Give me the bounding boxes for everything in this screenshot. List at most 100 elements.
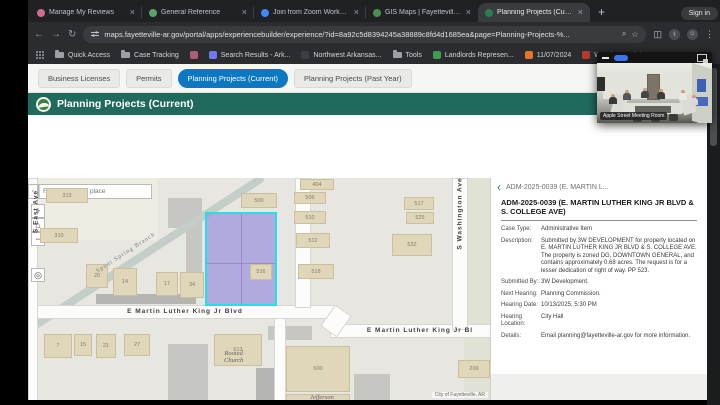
map-building[interactable]: 506 — [294, 192, 326, 204]
browser-tab[interactable]: Join from Zoom Workpla...× — [254, 3, 366, 22]
map-building[interactable]: 14 — [113, 268, 137, 296]
site-favicon — [525, 51, 533, 59]
map-building[interactable]: 518 — [298, 264, 334, 279]
divider — [501, 220, 697, 221]
sign-in-button[interactable]: Sign in — [681, 7, 718, 20]
person — [623, 90, 631, 100]
building-number: 21 — [103, 343, 109, 349]
back-icon[interactable]: ← — [34, 29, 44, 40]
side-panel-icon[interactable]: ◫ — [653, 29, 662, 40]
bookmark-item[interactable]: Tools — [393, 52, 422, 59]
browser-tab[interactable]: GIS Maps | Fayetteville, A... × — [366, 3, 478, 22]
field-row: Case Type:Administrative Item — [501, 226, 697, 234]
address-bar: ← → ↻ maps.fayetteville-ar.gov/portal/ap… — [28, 22, 720, 46]
map-building[interactable]: 500 — [241, 193, 277, 208]
building-number: 532 — [407, 242, 416, 248]
pip-blue-button[interactable] — [614, 55, 628, 61]
map-building[interactable]: 525 — [406, 212, 434, 224]
tab-close-icon[interactable]: × — [354, 8, 359, 17]
bookmark-label: Tools — [406, 52, 422, 59]
browser-tab[interactable]: Manage My Reviews× — [30, 3, 142, 22]
map-building[interactable]: 15 — [74, 334, 92, 356]
field-label: Description: — [501, 238, 541, 276]
map-building[interactable]: 516 — [250, 264, 272, 280]
selected-parcel-highlight[interactable] — [205, 212, 277, 306]
app-tab[interactable]: Business Licenses — [38, 69, 120, 88]
map-building[interactable]: 17 — [156, 272, 178, 296]
forward-icon[interactable]: → — [51, 29, 61, 40]
pip-expand-icon[interactable] — [697, 54, 707, 62]
map-building[interactable]: 313 — [46, 188, 88, 203]
bookmark-label: Case Tracking — [134, 52, 179, 59]
new-tab-button[interactable]: + — [598, 5, 605, 19]
site-favicon — [301, 51, 309, 59]
building-number: 27 — [134, 342, 140, 348]
field-value: Planning Commission. — [541, 291, 697, 299]
person — [657, 89, 665, 99]
tab-close-icon[interactable]: × — [578, 8, 583, 17]
app-tab[interactable]: Permits — [126, 69, 171, 88]
pip-minimize-icon[interactable] — [602, 57, 609, 59]
project-title: ADM-2025-0039 (E. MARTIN LUTHER KING JR … — [501, 198, 697, 216]
back-chevron-icon[interactable]: ‹ — [497, 181, 501, 193]
folder-icon — [121, 52, 130, 58]
search-icon[interactable]: ⌕ — [622, 29, 626, 39]
tab-label: GIS Maps | Fayetteville, A... — [385, 9, 462, 16]
tab-close-icon[interactable]: × — [466, 8, 471, 17]
map-building[interactable]: 209 — [458, 360, 490, 378]
app-tab[interactable]: Planning Projects (Current) — [178, 69, 288, 88]
browser-tab[interactable]: General Reference× — [142, 3, 254, 22]
field-label: Submitted By: — [501, 279, 541, 287]
map-building[interactable]: 532 — [392, 234, 432, 256]
url-field[interactable]: maps.fayetteville-ar.gov/portal/apps/exp… — [83, 26, 646, 43]
map-building[interactable]: 21 — [96, 334, 116, 358]
map-building[interactable]: 7 — [44, 334, 72, 358]
bookmark-item[interactable]: Case Tracking — [121, 52, 179, 59]
field-label: Hearing Date: — [501, 302, 541, 310]
field-value: Email planning@fayetteville-ar.gov for m… — [541, 333, 697, 341]
bookmark-item[interactable]: Search Results - Ark... — [209, 51, 291, 59]
profile-avatar[interactable]: ☺ — [687, 29, 698, 40]
folder-icon — [393, 52, 402, 58]
bookmark-item[interactable] — [190, 51, 198, 59]
map-building[interactable]: 310 — [40, 228, 78, 243]
bookmark-item[interactable]: Quick Access — [55, 52, 110, 59]
map-building[interactable]: 27 — [124, 334, 150, 356]
locate-button[interactable]: ◎ — [31, 268, 45, 282]
map-canvas[interactable]: ‹ ⌕ + ⌂ − ◎ City of Fayetteville, AR 313… — [28, 178, 490, 400]
building-number: 518 — [311, 269, 320, 275]
tab-close-icon[interactable]: × — [130, 8, 135, 17]
bookmark-item[interactable]: Northwest Arkansas... — [301, 51, 381, 59]
map-building[interactable]: 404 — [300, 179, 334, 190]
bookmark-item[interactable]: Landlords Represen... — [433, 51, 514, 59]
person — [609, 94, 617, 104]
reload-icon[interactable]: ↻ — [68, 29, 76, 40]
site-info-icon[interactable] — [91, 30, 99, 38]
field-label: Details: — [501, 333, 541, 341]
extensions-icon[interactable]: ⚕ — [669, 29, 680, 40]
bookmark-star-icon[interactable]: ☆ — [631, 30, 638, 39]
browser-menu-icon[interactable]: ⋮ — [705, 29, 714, 40]
apps-grid-icon[interactable] — [36, 51, 44, 59]
street-label: S Washington Ave — [457, 178, 464, 252]
map-building[interactable]: 517 — [404, 197, 434, 210]
bookmark-label: 11/07/2024 — [537, 52, 572, 59]
panel-footer-area — [491, 374, 707, 400]
field-row: Details:Email planning@fayetteville-ar.g… — [501, 333, 697, 341]
zoom-meeting-pip[interactable]: Apple Street Meeting Room — [597, 52, 712, 123]
panel-fields: Case Type:Administrative Item Description… — [501, 226, 697, 340]
tab-close-icon[interactable]: × — [242, 8, 247, 17]
map-building[interactable]: 600 — [286, 346, 350, 392]
building-number: 15 — [80, 342, 86, 348]
app-tab[interactable]: Planning Projects (Past Year) — [294, 69, 412, 88]
map-building[interactable]: 34 — [180, 272, 204, 298]
map-building[interactable]: 512 — [296, 233, 330, 248]
person — [679, 90, 687, 100]
site-favicon — [190, 51, 198, 59]
building-number: 500 — [254, 198, 263, 204]
map-building[interactable]: 510 — [294, 211, 326, 224]
bookmark-item[interactable]: 11/07/2024 — [525, 51, 572, 59]
building-number: 310 — [54, 233, 63, 239]
place-label: Jefferson Center — [310, 394, 334, 400]
browser-tab[interactable]: Planning Projects (Curren...× — [478, 3, 590, 22]
